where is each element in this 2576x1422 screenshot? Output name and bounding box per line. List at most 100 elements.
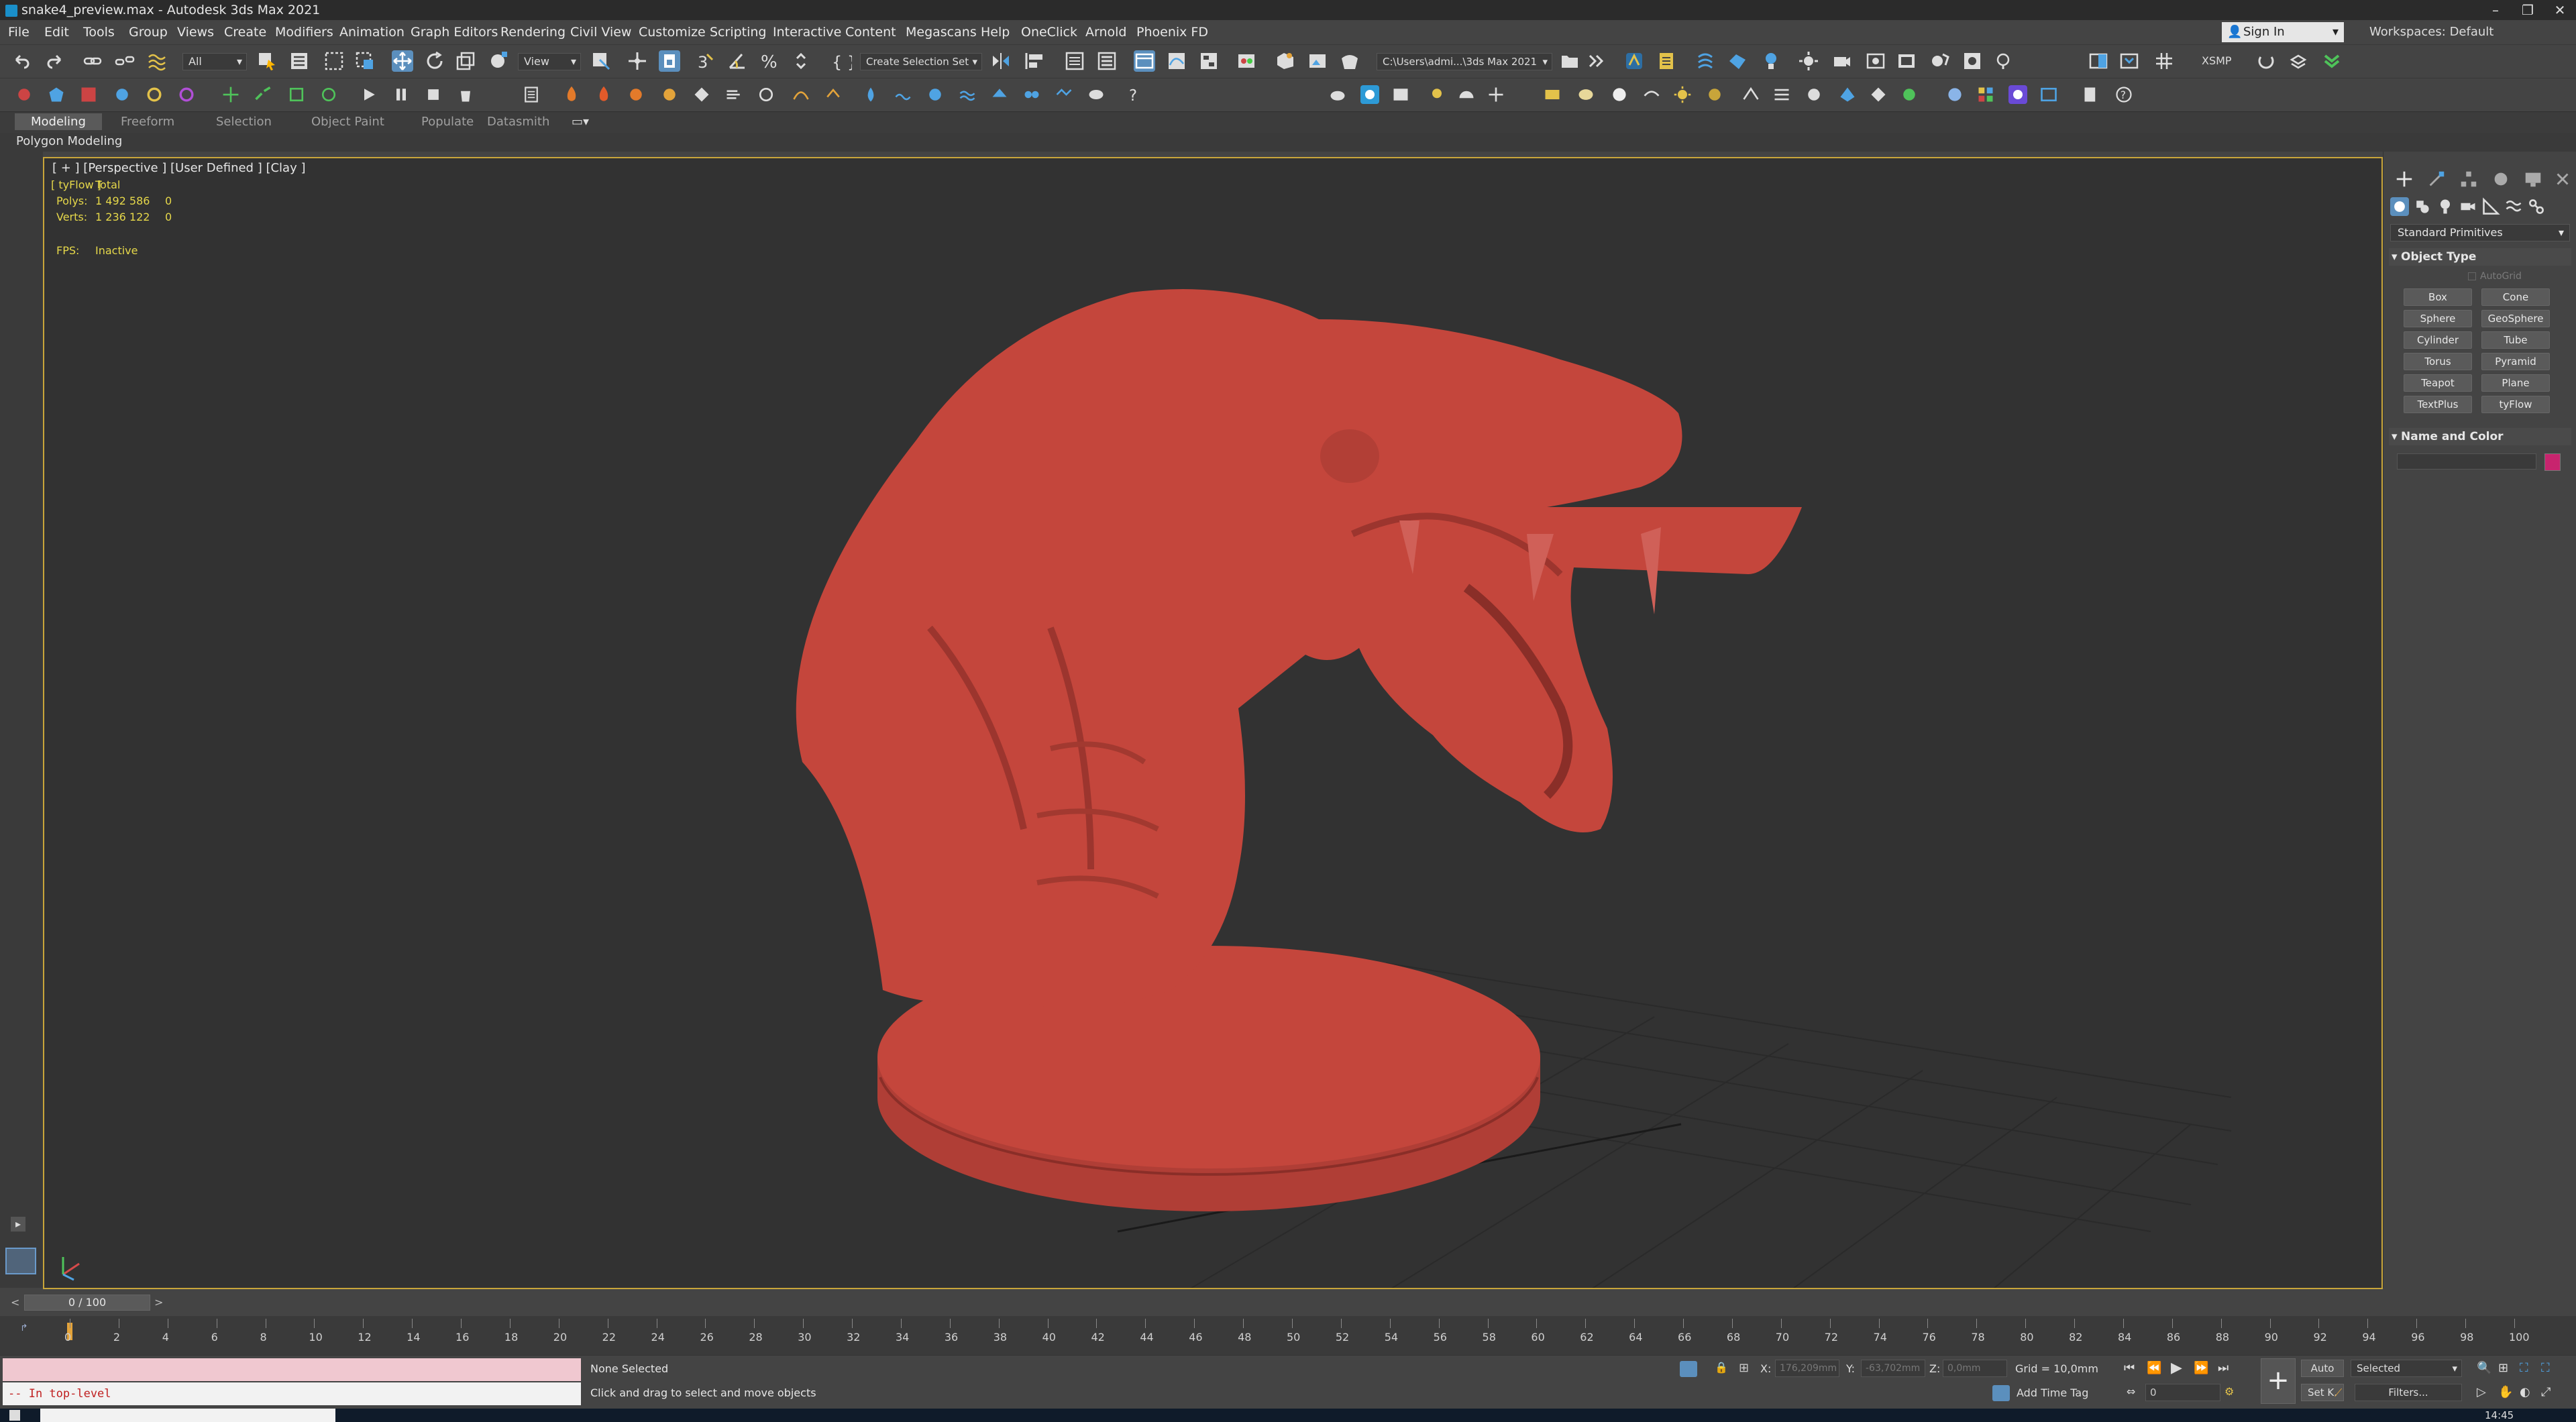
y-coord-field[interactable]: -63,702mm [1861, 1360, 1925, 1377]
pivot-tool-icon[interactable] [1805, 85, 1823, 104]
vray-render-icon[interactable] [1391, 85, 1410, 104]
zoom-all-icon[interactable]: ⊞ [2498, 1361, 2508, 1375]
select-object-icon[interactable] [256, 50, 278, 72]
vray-sphere-icon[interactable] [1576, 85, 1595, 104]
vray-dome-light-icon[interactable] [1457, 85, 1476, 104]
liquid-grid-icon[interactable] [894, 85, 912, 104]
pivot-center-icon[interactable] [590, 50, 612, 72]
curve-editor-icon[interactable] [1166, 50, 1187, 72]
collapse-toolbar-icon[interactable] [2321, 50, 2343, 72]
sign-in-dropdown[interactable]: 👤 Sign In ▾ [2222, 22, 2344, 42]
schematic-view-icon[interactable] [1198, 50, 1220, 72]
set-key-big-icon[interactable]: + [2261, 1358, 2296, 1404]
expand-toolbar-icon[interactable]: ▸ [11, 1217, 25, 1232]
perspective-viewport[interactable]: [ + ] [Perspective ] [User Defined ] [Cl… [43, 157, 2383, 1289]
orbit-icon[interactable]: ◐ [2520, 1385, 2530, 1399]
tyflow-button[interactable]: tyFlow [2481, 396, 2550, 413]
cylinder-button[interactable]: Cylinder [2404, 331, 2472, 349]
spline-icon[interactable] [177, 85, 196, 104]
vray-plane-icon[interactable] [1543, 85, 1562, 104]
wind-icon[interactable] [724, 85, 743, 104]
tab-selection[interactable]: Selection [216, 115, 272, 129]
menu-scripting[interactable]: Scripting [710, 25, 767, 40]
rendered-frame-window-icon[interactable] [1307, 50, 1328, 72]
arnold-operator-icon[interactable] [1962, 50, 1983, 72]
fire-grid-icon[interactable] [594, 85, 613, 104]
menu-graph-editors[interactable]: Graph Editors [411, 25, 498, 40]
menu-phoenix-fd[interactable]: Phoenix FD [1136, 25, 1208, 40]
select-by-name-icon[interactable] [288, 50, 310, 72]
selection-filter-dropdown[interactable]: All ▾ [182, 53, 247, 70]
named-selection-dropdown[interactable]: Create Selection Set ▾ [860, 53, 982, 70]
maxscript-listener-input[interactable] [3, 1358, 581, 1381]
auto-key-button[interactable]: Auto [2301, 1360, 2344, 1377]
vray-proxy-icon[interactable] [1487, 85, 1505, 104]
xsmp-label[interactable]: XSMP [2202, 54, 2232, 67]
vray-clipper-icon[interactable] [1642, 85, 1661, 104]
link-chain-icon[interactable] [254, 85, 272, 104]
helper-icon[interactable] [15, 85, 34, 104]
vray-frame-buffer-icon[interactable] [1360, 85, 1379, 104]
foam-icon[interactable] [926, 85, 945, 104]
explosion-icon[interactable] [660, 85, 679, 104]
menu-interactive[interactable]: Interactive [773, 25, 841, 40]
rotate-tool-icon[interactable] [319, 85, 338, 104]
material-library-icon[interactable] [1945, 85, 1964, 104]
maximize-viewport-icon[interactable]: ⤢ [2541, 1385, 2551, 1399]
material-editor-icon[interactable] [1236, 50, 1257, 72]
zoom-icon[interactable]: 🔍 [2477, 1361, 2491, 1375]
menu-customize[interactable]: Customize [639, 25, 706, 40]
space-warps-category-icon[interactable] [2504, 197, 2523, 216]
pyramid-button[interactable]: Pyramid [2481, 353, 2550, 370]
sun-positioner-icon[interactable] [1798, 50, 1819, 72]
menu-rendering[interactable]: Rendering [500, 25, 566, 40]
redo-icon[interactable] [44, 50, 66, 72]
link-icon[interactable] [82, 50, 103, 72]
move-tool-icon[interactable] [221, 85, 240, 104]
workspaces-selector[interactable]: Workspaces: Default [2369, 25, 2493, 39]
play-animation-icon[interactable]: ▶ [2171, 1360, 2182, 1376]
current-frame-field[interactable]: 0 [2145, 1384, 2220, 1401]
help-circle-icon[interactable]: ? [2114, 85, 2133, 104]
tab-modeling[interactable]: Modeling [15, 113, 102, 130]
cameras-category-icon[interactable] [2459, 197, 2477, 216]
object-type-rollout[interactable]: ▾ Object Type [2389, 248, 2571, 266]
autogrid-checkbox[interactable]: AutoGrid [2468, 271, 2522, 282]
render-production-icon[interactable] [1339, 50, 1360, 72]
camera-icon[interactable] [1831, 50, 1853, 72]
key-mode-icon[interactable]: ⟋ [2334, 1386, 2342, 1400]
go-to-end-icon[interactable]: ⏭ [2218, 1361, 2229, 1375]
cloth-icon[interactable] [1838, 85, 1857, 104]
box-button[interactable]: Box [2404, 288, 2472, 306]
primitive-category-dropdown[interactable]: Standard Primitives ▾ [2390, 224, 2570, 241]
smoke-icon[interactable] [627, 85, 645, 104]
scene-explorer-icon[interactable] [1064, 50, 1085, 72]
menu-animation[interactable]: Animation [339, 25, 405, 40]
mist-icon[interactable] [1022, 85, 1041, 104]
viewport-maximize-icon[interactable] [2118, 50, 2140, 72]
viewport-thumbnail-icon[interactable] [5, 1248, 36, 1274]
particle-flow-icon[interactable] [1695, 50, 1716, 72]
plane-button[interactable]: Plane [2481, 374, 2550, 392]
pause-icon[interactable] [392, 85, 411, 104]
torus-knot-icon[interactable] [145, 85, 164, 104]
undo-scene-icon[interactable] [2255, 50, 2277, 72]
tab-populate[interactable]: Populate [421, 115, 474, 129]
align-icon[interactable] [1024, 50, 1045, 72]
reset-icon[interactable] [456, 85, 475, 104]
railclone-icon[interactable] [1772, 85, 1791, 104]
field-of-view-icon[interactable]: ▷ [2477, 1385, 2486, 1399]
vray-sun-icon[interactable] [1673, 85, 1692, 104]
asset-browser-icon[interactable] [1976, 85, 1995, 104]
torus-button[interactable]: Torus [2404, 353, 2472, 370]
object-name-field[interactable] [2397, 453, 2536, 470]
ocean-icon[interactable] [958, 85, 977, 104]
toolbar-overflow-icon[interactable] [1586, 50, 1607, 72]
path-follow-icon[interactable] [792, 85, 810, 104]
key-filter-dropdown[interactable]: Selected ▾ [2351, 1360, 2462, 1377]
liquid-shader-icon[interactable] [1087, 85, 1106, 104]
fracture-icon[interactable] [1869, 85, 1888, 104]
menu-civil-view[interactable]: Civil View [570, 25, 631, 40]
track-bar[interactable]: ↱ 0 2 4 6 8 10 12 14 16 18 20 22 24 26 28 30 32 34 36 38 40 4… [0, 1316, 2576, 1355]
select-and-place-icon[interactable] [487, 50, 508, 72]
